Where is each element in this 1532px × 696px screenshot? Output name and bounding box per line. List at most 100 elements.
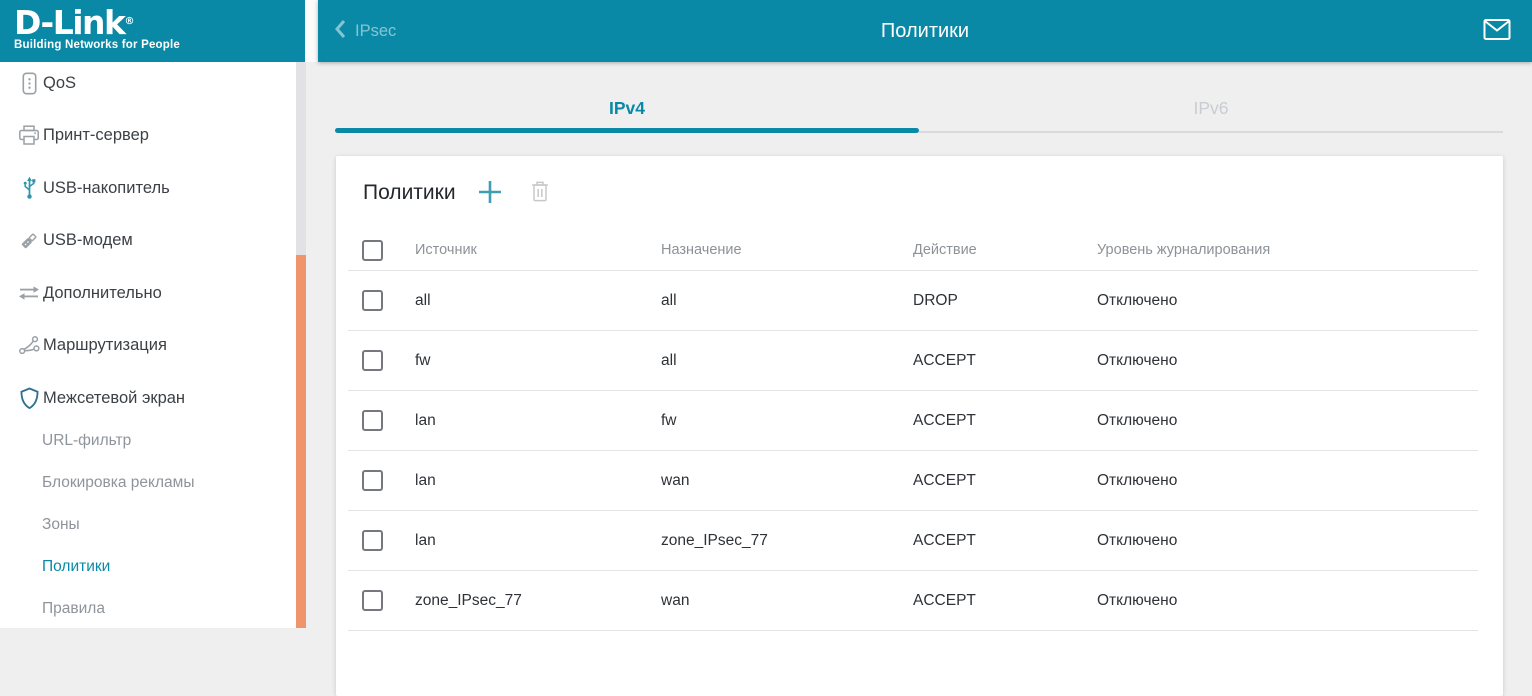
sidebar-scrollbar-thumb[interactable]	[296, 255, 306, 628]
header-gap	[305, 0, 318, 62]
sidebar-item-label: QoS	[43, 74, 76, 93]
back-label: IPsec	[355, 22, 396, 41]
add-policy-button[interactable]	[477, 179, 503, 208]
tab-bar: IPv4 IPv6	[335, 95, 1503, 133]
main-content: IPv4 IPv6 Политики	[306, 62, 1532, 628]
policies-table: Источник Назначение Действие Уровень жур…	[348, 230, 1478, 631]
cell-action: ACCEPT	[913, 592, 1097, 610]
cell-destination: zone_IPsec_77	[661, 532, 913, 550]
sidebar-subitem-policies[interactable]: Политики	[0, 546, 296, 588]
policies-card: Политики Источник Назначение	[336, 156, 1503, 696]
cell-destination: wan	[661, 592, 913, 610]
cell-destination: wan	[661, 472, 913, 490]
table-row[interactable]: all all DROP Отключено	[348, 271, 1478, 331]
cell-source: lan	[415, 412, 661, 430]
dlink-logo-wordmark: D-Link®	[14, 7, 305, 39]
sidebar-item-qos[interactable]: QoS	[0, 57, 296, 110]
cell-log-level: Отключено	[1097, 292, 1478, 310]
table-row[interactable]: lan zone_IPsec_77 ACCEPT Отключено	[348, 511, 1478, 571]
card-title: Политики	[363, 181, 456, 205]
table-row[interactable]: lan fw ACCEPT Отключено	[348, 391, 1478, 451]
cell-action: ACCEPT	[913, 412, 1097, 430]
row-checkbox[interactable]	[362, 590, 383, 611]
sidebar-subitem-label: Политики	[42, 558, 110, 576]
sidebar-item-print-server[interactable]: Принт-сервер	[0, 110, 296, 163]
sidebar-item-label: Маршрутизация	[43, 336, 167, 355]
sidebar-nav: QoS Принт-сервер USB-накопитель USB-моде…	[0, 57, 296, 630]
dlink-logo-text: D-Link	[14, 3, 124, 42]
dlink-logo: D-Link® Building Networks for People	[0, 0, 305, 62]
sidebar-subitem-label: URL-фильтр	[42, 432, 131, 450]
select-all-checkbox[interactable]	[362, 240, 383, 261]
column-header-source: Источник	[415, 242, 661, 258]
cell-source: all	[415, 292, 661, 310]
card-header: Политики	[336, 156, 1503, 230]
cell-log-level: Отключено	[1097, 592, 1478, 610]
cell-log-level: Отключено	[1097, 412, 1478, 430]
sidebar-subitem-rules[interactable]: Правила	[0, 588, 296, 630]
table-row[interactable]: zone_IPsec_77 wan ACCEPT Отключено	[348, 571, 1478, 631]
cell-source: zone_IPsec_77	[415, 592, 661, 610]
column-header-destination: Назначение	[661, 242, 913, 258]
table-row[interactable]: fw all ACCEPT Отключено	[348, 331, 1478, 391]
back-chevron-icon	[334, 19, 346, 44]
cell-destination: all	[661, 292, 913, 310]
route-icon	[16, 335, 42, 356]
cell-log-level: Отключено	[1097, 472, 1478, 490]
sidebar-subitem-label: Зоны	[42, 516, 80, 534]
back-button[interactable]: IPsec	[334, 19, 396, 44]
firewall-submenu: URL-фильтр Блокировка рекламы Зоны Полит…	[0, 420, 296, 630]
sidebar-item-firewall[interactable]: Межсетевой экран	[0, 372, 296, 425]
sidebar-subitem-zones[interactable]: Зоны	[0, 504, 296, 546]
table-row[interactable]: lan wan ACCEPT Отключено	[348, 451, 1478, 511]
tab-ipv4[interactable]: IPv4	[335, 95, 919, 133]
column-header-action: Действие	[913, 242, 1097, 258]
usb-icon	[16, 176, 42, 200]
sidebar: D-Link® Building Networks for People QoS…	[0, 0, 306, 628]
top-header-bar: IPsec Политики	[318, 0, 1532, 62]
cell-source: fw	[415, 352, 661, 370]
page-title: Политики	[318, 20, 1532, 43]
usb-modem-icon	[16, 229, 42, 252]
row-checkbox[interactable]	[362, 290, 383, 311]
cell-action: DROP	[913, 292, 1097, 310]
sidebar-item-label: Принт-сервер	[43, 126, 149, 145]
trash-icon	[530, 180, 550, 206]
printer-icon	[16, 125, 42, 146]
table-header-row: Источник Назначение Действие Уровень жур…	[348, 230, 1478, 271]
sidebar-item-routing[interactable]: Маршрутизация	[0, 320, 296, 373]
row-checkbox[interactable]	[362, 530, 383, 551]
cell-action: ACCEPT	[913, 532, 1097, 550]
registered-trademark-mark: ®	[124, 16, 134, 27]
tab-ipv6[interactable]: IPv6	[919, 95, 1503, 133]
row-checkbox[interactable]	[362, 410, 383, 431]
tab-label: IPv6	[1193, 98, 1228, 118]
delete-policy-button[interactable]	[530, 180, 550, 206]
cell-log-level: Отключено	[1097, 532, 1478, 550]
sidebar-item-label: Дополнительно	[43, 284, 162, 303]
inactive-tab-underline	[919, 131, 1503, 133]
sidebar-item-label: USB-модем	[43, 231, 133, 250]
sidebar-item-advanced[interactable]: Дополнительно	[0, 267, 296, 320]
column-header-log-level: Уровень журналирования	[1097, 242, 1478, 258]
active-tab-indicator	[335, 128, 919, 133]
sidebar-subitem-label: Правила	[42, 600, 105, 618]
cell-source: lan	[415, 532, 661, 550]
cell-action: ACCEPT	[913, 472, 1097, 490]
sidebar-scrollbar-track[interactable]	[296, 62, 306, 628]
qos-icon	[16, 72, 42, 95]
sidebar-subitem-ad-block[interactable]: Блокировка рекламы	[0, 462, 296, 504]
row-checkbox[interactable]	[362, 350, 383, 371]
dlink-logo-tagline: Building Networks for People	[14, 39, 305, 51]
cell-destination: fw	[661, 412, 913, 430]
cell-destination: all	[661, 352, 913, 370]
row-checkbox[interactable]	[362, 470, 383, 491]
shield-icon	[16, 387, 42, 410]
sidebar-subitem-url-filter[interactable]: URL-фильтр	[0, 420, 296, 462]
mail-button[interactable]	[1483, 19, 1511, 44]
cell-log-level: Отключено	[1097, 352, 1478, 370]
sidebar-item-usb-storage[interactable]: USB-накопитель	[0, 162, 296, 215]
cell-source: lan	[415, 472, 661, 490]
cell-action: ACCEPT	[913, 352, 1097, 370]
sidebar-item-usb-modem[interactable]: USB-модем	[0, 215, 296, 268]
